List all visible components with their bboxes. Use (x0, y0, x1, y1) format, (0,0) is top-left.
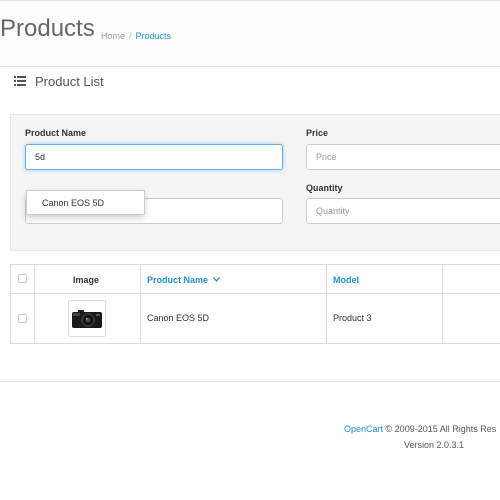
column-header-image: Image (73, 275, 100, 285)
panel-title: Product List (35, 74, 104, 89)
autocomplete-dropdown: Canon EOS 5D (26, 190, 145, 215)
autocomplete-item[interactable]: Canon EOS 5D (42, 198, 104, 208)
filter-box: Product Name Price Quantity Canon EOS 5D (10, 114, 500, 251)
table-row: Canon EOS 5D Product 3 (11, 294, 500, 344)
footer-copyright: OpenCart © 2009-2015 All Rights Res (344, 424, 496, 434)
product-thumbnail (68, 300, 106, 337)
select-all-checkbox[interactable] (18, 274, 27, 283)
product-list-panel: Product List Product Name Price Quantity… (0, 66, 500, 382)
row-model: Product 3 (333, 313, 372, 323)
camera-icon (72, 310, 102, 328)
copyright-text: © 2009-2015 All Rights Res (385, 424, 497, 434)
quantity-label: Quantity (306, 183, 343, 193)
breadcrumb-home-link[interactable]: Home (101, 31, 125, 41)
chevron-down-icon (212, 277, 220, 282)
row-checkbox[interactable] (18, 314, 27, 323)
column-divider (442, 265, 443, 344)
row-product-name: Canon EOS 5D (147, 313, 210, 323)
price-label: Price (306, 128, 329, 138)
column-header-product-name[interactable]: Product Name (147, 275, 220, 285)
panel-heading: Product List (0, 67, 500, 97)
product-name-input[interactable] (25, 144, 283, 170)
product-table: Image Product Name Model Canon EOS 5D Pr… (10, 264, 500, 344)
price-input[interactable] (306, 144, 500, 170)
product-name-sort-label: Product Name (147, 275, 209, 285)
list-icon (14, 76, 26, 86)
column-header-model[interactable]: Model (333, 275, 359, 285)
column-divider (140, 265, 141, 344)
breadcrumb: Home / Products (101, 31, 171, 41)
opencart-link[interactable]: OpenCart (344, 424, 383, 434)
product-name-label: Product Name (25, 128, 87, 138)
page-header: Products Home / Products (0, 0, 500, 66)
column-divider (34, 265, 35, 344)
breadcrumb-separator: / (129, 31, 132, 41)
page-title: Products (0, 15, 95, 42)
quantity-input[interactable] (306, 198, 500, 224)
footer-version: Version 2.0.3.1 (404, 440, 465, 450)
column-divider (326, 265, 327, 344)
table-header-row: Image Product Name Model (11, 265, 500, 294)
breadcrumb-products-link[interactable]: Products (136, 31, 172, 41)
